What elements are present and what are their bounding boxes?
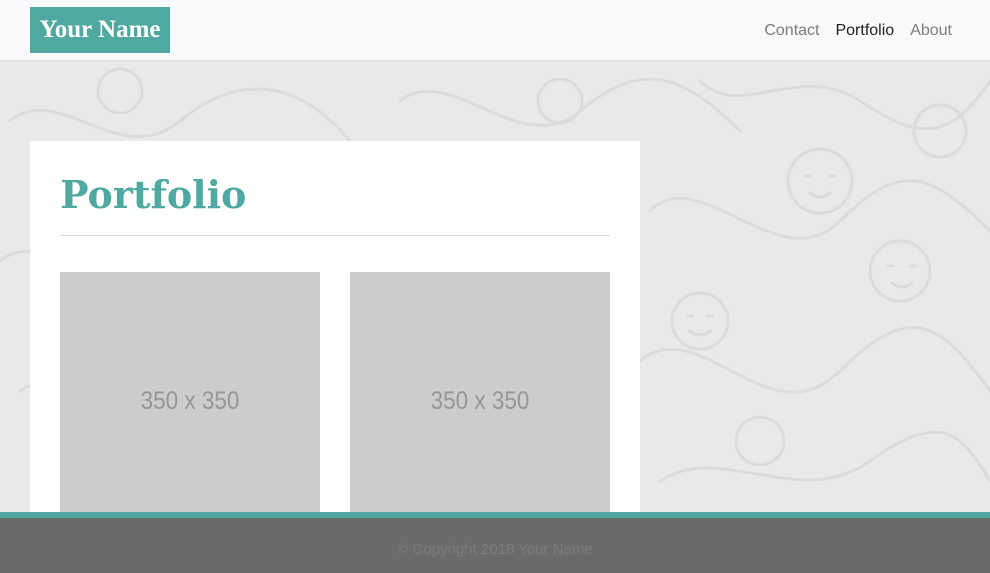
thumbnail-placeholder-label: 350 x 350 bbox=[140, 387, 240, 415]
page-title: Portfolio bbox=[60, 172, 247, 217]
nav-link-about[interactable]: About bbox=[910, 22, 952, 40]
nav-link-contact[interactable]: Contact bbox=[764, 22, 819, 40]
thumbnail-placeholder-label: 350 x 350 bbox=[430, 387, 530, 415]
title-divider bbox=[60, 235, 610, 236]
main-nav: Contact Portfolio About bbox=[764, 0, 952, 61]
nav-link-portfolio[interactable]: Portfolio bbox=[835, 22, 894, 40]
top-navbar: Your Name Contact Portfolio About bbox=[0, 0, 990, 61]
footer: © Copyright 2018 Your Name bbox=[0, 512, 990, 573]
brand-logo[interactable]: Your Name bbox=[30, 7, 170, 53]
copyright-text: © Copyright 2018 Your Name bbox=[397, 541, 593, 558]
portfolio-thumbnail-1[interactable]: 350 x 350 bbox=[60, 272, 320, 512]
content-card: Portfolio 350 x 350 350 x 350 bbox=[30, 141, 640, 512]
portfolio-thumbnail-2[interactable]: 350 x 350 bbox=[350, 272, 610, 512]
